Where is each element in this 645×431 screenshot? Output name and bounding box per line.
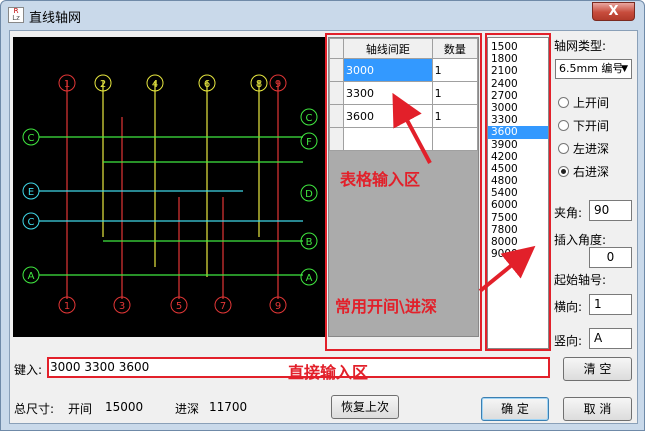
chevron-down-icon[interactable]: ▼ (621, 60, 628, 78)
cad-left-label: E (28, 187, 34, 198)
input-label: 键入: (14, 363, 43, 377)
annotation-direct-text: 直接输入区 (288, 363, 369, 382)
radio-left-depth[interactable]: 左进深 (558, 140, 609, 157)
cad-left-label: A (28, 271, 35, 282)
cad-top-label: 9 (275, 79, 281, 90)
cad-top-label: 6 (204, 79, 210, 90)
radio-top-bay[interactable]: 上开间 (558, 94, 609, 111)
cad-right-label: B (306, 237, 313, 248)
cad-right-label: F (306, 137, 312, 148)
axis-type-label: 轴网类型: (554, 39, 607, 53)
cad-top-label: 2 (100, 79, 106, 90)
cad-bottom-label: 9 (275, 301, 281, 312)
cad-bottom-label: 7 (220, 301, 226, 312)
cad-bottom-label: 1 (64, 301, 70, 312)
cad-bottom-label: 3 (119, 301, 125, 312)
radio-circle-icon[interactable] (558, 97, 569, 108)
app-icon-bottom: Lz (12, 14, 20, 22)
total-size-label: 总尺寸: (14, 402, 55, 416)
radio-label: 下开间 (573, 119, 610, 133)
radio-circle-icon[interactable] (558, 143, 569, 154)
cad-left-label: C (28, 217, 35, 228)
radio-circle-icon[interactable] (558, 120, 569, 131)
axis-type-select[interactable]: 6.5mm 编号 ▼ (555, 59, 632, 79)
cad-top-label: 1 (64, 79, 70, 90)
annotation-common-text: 常用开间\进深 (335, 297, 437, 316)
ok-button[interactable]: 确 定 (481, 397, 549, 421)
annotation-table-text: 表格输入区 (340, 170, 421, 189)
cad-top-label: 4 (152, 79, 158, 90)
dialog-window: R Lz 直线轴网 X 1 2 4 6 8 9 1 3 5 7 9 C E C … (0, 0, 645, 431)
bay-value: 15000 (105, 400, 144, 414)
axis-type-value: 6.5mm 编号 (559, 62, 624, 75)
cad-left-label: C (28, 133, 35, 144)
annotation-box-list (485, 33, 551, 351)
close-button[interactable]: X (592, 2, 635, 21)
horizontal-start-input[interactable]: 1 (589, 294, 632, 315)
cad-right-label: C (306, 113, 313, 124)
cad-bottom-label: 5 (176, 301, 182, 312)
title-bar[interactable]: R Lz 直线轴网 X (1, 1, 644, 29)
insert-angle-label: 插入角度: (554, 233, 607, 247)
radio-label: 左进深 (573, 142, 610, 156)
dialog-client: 1 2 4 6 8 9 1 3 5 7 9 C E C A C F D B A … (9, 30, 638, 424)
window-title: 直线轴网 (29, 11, 82, 26)
horizontal-label: 横向: (554, 300, 583, 314)
radio-right-depth[interactable]: 右进深 (558, 163, 609, 180)
radio-bottom-bay[interactable]: 下开间 (558, 117, 609, 134)
clear-button[interactable]: 清 空 (563, 357, 632, 381)
insert-angle-input[interactable]: 0 (589, 247, 632, 268)
depth-value: 11700 (209, 400, 248, 414)
axis-preview-svg: 1 2 4 6 8 9 1 3 5 7 9 C E C A C F D B A (22, 74, 318, 314)
depth-label: 进深 (175, 402, 200, 416)
app-icon: R Lz (8, 7, 24, 23)
vertical-label: 竖向: (554, 334, 583, 348)
cad-right-label: D (305, 189, 313, 200)
angle-input[interactable]: 90 (589, 200, 632, 221)
start-axis-label: 起始轴号: (554, 273, 607, 287)
bay-label: 开间 (68, 402, 93, 416)
angle-label: 夹角: (554, 206, 583, 220)
radio-label: 右进深 (573, 165, 610, 179)
axis-preview-canvas: 1 2 4 6 8 9 1 3 5 7 9 C E C A C F D B A (13, 37, 325, 337)
cad-top-label: 8 (256, 79, 262, 90)
cad-right-label: A (306, 273, 313, 284)
vertical-start-input[interactable]: A (589, 328, 632, 349)
restore-last-button[interactable]: 恢复上次 (331, 395, 399, 419)
cancel-button[interactable]: 取 消 (563, 397, 632, 421)
radio-label: 上开间 (573, 96, 610, 110)
radio-checked-icon[interactable] (558, 166, 569, 177)
